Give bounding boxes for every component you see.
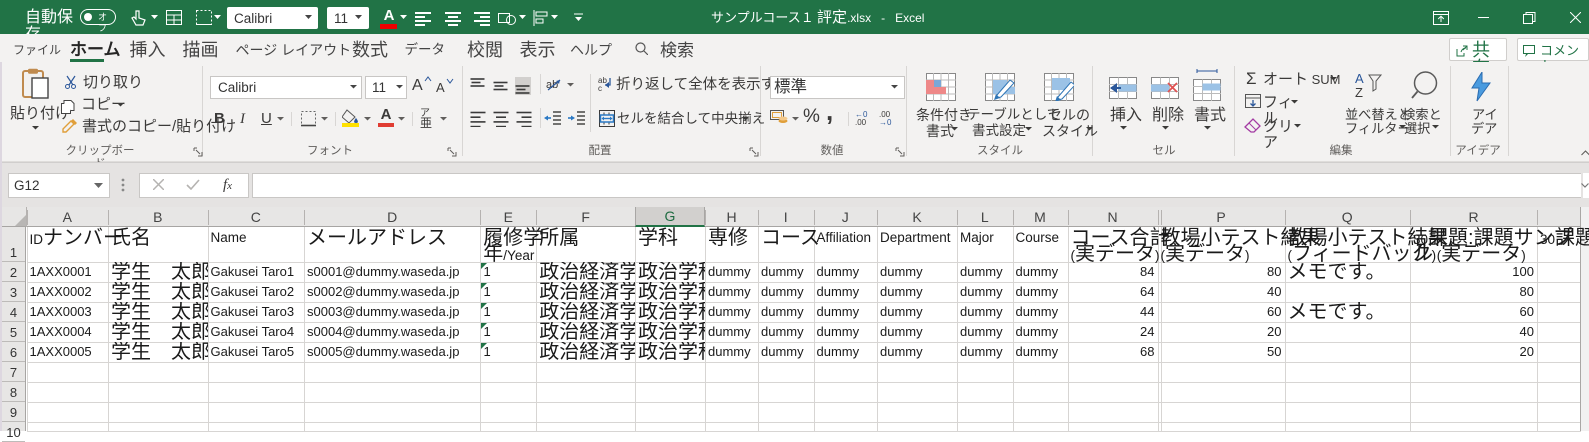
svg-text:c: c (598, 84, 602, 91)
svg-text:.00: .00 (855, 118, 867, 125)
svg-text:A: A (1355, 71, 1364, 86)
svg-text:Z: Z (1355, 85, 1363, 100)
svg-text:→0: →0 (879, 118, 892, 125)
svg-text:ab: ab (546, 79, 558, 91)
